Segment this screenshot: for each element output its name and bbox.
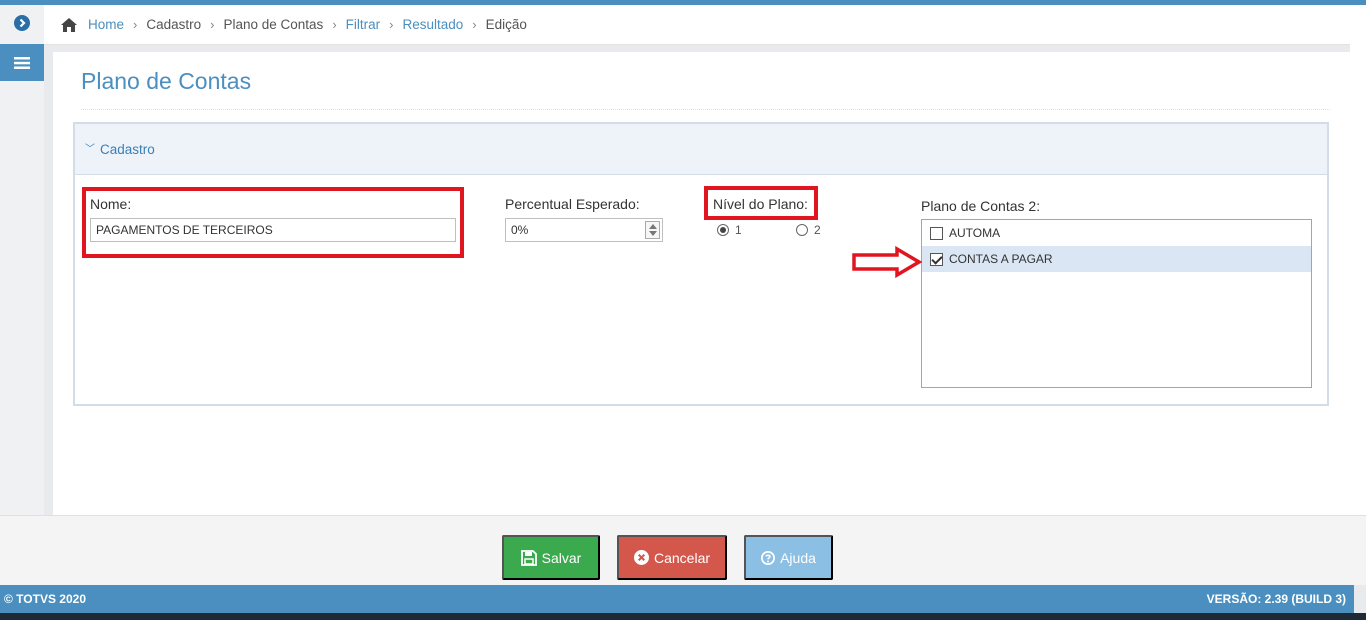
nivel-option-2[interactable]: 2 <box>796 223 821 237</box>
page-title: Plano de Contas <box>81 68 252 94</box>
breadcrumb-separator: › <box>389 17 394 32</box>
home-icon[interactable] <box>60 17 78 33</box>
action-footer: Salvar Cancelar Ajuda <box>0 515 1366 585</box>
cancel-button[interactable]: Cancelar <box>617 535 727 580</box>
breadcrumb-separator: › <box>210 17 215 32</box>
breadcrumb-separator: › <box>332 17 337 32</box>
save-button-label: Salvar <box>541 549 582 566</box>
sidebar-toggle-button[interactable] <box>0 5 44 41</box>
percentual-value: 0% <box>511 223 529 237</box>
breadcrumb-cadastro: Cadastro <box>146 17 202 32</box>
close-circle-icon <box>633 550 649 565</box>
breadcrumb-separator: › <box>472 17 477 32</box>
list-item[interactable]: CONTAS A PAGAR <box>922 246 1311 272</box>
version-text: VERSÃO: 2.39 (BUILD 3) <box>1206 592 1346 606</box>
cancel-button-label: Cancelar <box>653 549 711 566</box>
list-item-label: CONTAS A PAGAR <box>949 252 1053 266</box>
help-button[interactable]: Ajuda <box>744 535 833 580</box>
spin-up-icon[interactable] <box>649 224 657 229</box>
percentual-input[interactable]: 0% <box>505 218 663 242</box>
plano2-label: Plano de Contas 2: <box>921 198 1041 214</box>
panel-header-label: Cadastro <box>100 141 155 157</box>
chevron-down-icon: ﹀ <box>85 143 95 155</box>
breadcrumb-plano-de-contas: Plano de Contas <box>223 17 324 32</box>
breadcrumb-resultado[interactable]: Resultado <box>403 17 464 32</box>
breadcrumb-home[interactable]: Home <box>88 17 124 32</box>
percentual-label: Percentual Esperado: <box>505 196 640 212</box>
bottom-strip <box>0 613 1366 620</box>
plano2-listbox[interactable]: AUTOMA CONTAS A PAGAR <box>921 219 1312 388</box>
annotation-box-nome <box>82 187 464 258</box>
left-rail <box>0 5 44 515</box>
percentual-spinner[interactable] <box>645 221 660 239</box>
copyright-text: © TOTVS 2020 <box>4 592 86 606</box>
status-bar: © TOTVS 2020 VERSÃO: 2.39 (BUILD 3) <box>0 585 1354 613</box>
breadcrumb-edicao: Edição <box>485 17 527 32</box>
annotation-box-nivel <box>704 186 818 220</box>
breadcrumb-separator: › <box>133 17 138 32</box>
spin-down-icon[interactable] <box>649 231 657 236</box>
right-arrow-annotation-icon <box>852 246 923 278</box>
breadcrumb: Home › Cadastro › Plano de Contas › Filt… <box>44 5 1350 45</box>
title-divider <box>81 109 1330 110</box>
list-item-label: AUTOMA <box>949 226 1001 240</box>
list-item[interactable]: AUTOMA <box>922 220 1311 246</box>
help-button-label: Ajuda <box>780 549 816 566</box>
nivel-option-2-label: 2 <box>814 223 821 237</box>
chevron-right-circle-icon <box>14 15 30 31</box>
checkbox-contas-a-pagar[interactable] <box>930 252 943 266</box>
left-gap <box>44 45 53 515</box>
breadcrumb-filtrar[interactable]: Filtrar <box>346 17 381 32</box>
radio-nivel-2[interactable] <box>796 224 808 236</box>
panel-header-cadastro[interactable]: ﹀ Cadastro <box>75 124 1327 175</box>
nivel-option-1-label: 1 <box>735 223 742 237</box>
question-circle-icon <box>761 550 776 565</box>
nivel-option-1[interactable]: 1 <box>717 223 742 237</box>
right-scroll-area <box>1350 5 1366 585</box>
hamburger-icon <box>14 56 30 69</box>
floppy-disk-icon <box>520 549 537 566</box>
radio-nivel-1[interactable] <box>717 224 729 236</box>
save-button[interactable]: Salvar <box>502 535 600 580</box>
checkbox-automa[interactable] <box>930 226 943 240</box>
menu-button[interactable] <box>0 44 44 81</box>
main-content: Plano de Contas ﹀ Cadastro Nome: Percent… <box>53 52 1350 515</box>
